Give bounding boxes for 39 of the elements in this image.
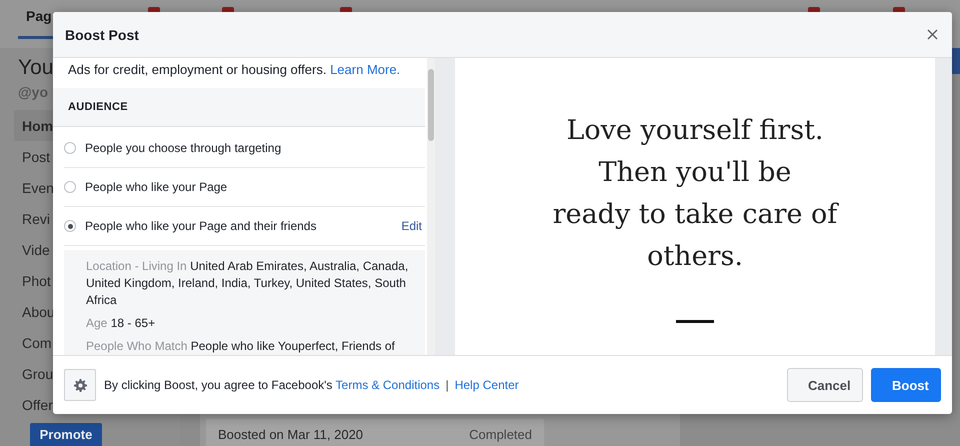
- edit-link[interactable]: Edit: [401, 219, 422, 233]
- audience-detail: People Who Match People who like Youperfect, Friends of: [86, 338, 396, 355]
- sidebar-item[interactable]: Revi: [14, 203, 64, 234]
- sidebar-item[interactable]: Even: [14, 172, 64, 203]
- boost-status: Completed: [469, 427, 532, 442]
- audience-option[interactable]: People who like your Page: [85, 180, 425, 194]
- cancel-button[interactable]: Cancel: [787, 368, 863, 402]
- audience-option[interactable]: People who like your Page and their friends: [85, 219, 402, 233]
- audience-detail: Age 18 - 65+: [86, 315, 156, 332]
- sidebar-item[interactable]: Abou: [14, 296, 64, 327]
- radio-button[interactable]: [64, 181, 76, 193]
- sidebar-item[interactable]: Vide: [14, 234, 64, 265]
- close-icon: [926, 29, 938, 40]
- sidebar-item[interactable]: Offer: [14, 389, 64, 420]
- sidebar-item[interactable]: Com: [14, 327, 64, 358]
- radio-button[interactable]: [64, 142, 76, 154]
- audience-detail: Location - Living In United Arab Emirates, Australia, Canada, United Kingdom, Ireland, India, Turkey, United States, South Africa: [86, 258, 410, 309]
- page-handle: @yo: [18, 84, 48, 100]
- help-center-link[interactable]: Help Center: [454, 378, 519, 392]
- sidebar-item[interactable]: Post: [14, 141, 64, 172]
- sidebar-item[interactable]: Grou: [14, 358, 64, 389]
- terms-link[interactable]: Terms & Conditions: [336, 378, 440, 392]
- page-title: You: [18, 56, 54, 81]
- accent-bar: [952, 48, 960, 74]
- learn-more-link[interactable]: Learn More.: [330, 62, 400, 77]
- scrollbar[interactable]: [427, 58, 435, 355]
- quote-rule: [676, 320, 714, 323]
- boost-button[interactable]: Boost: [871, 368, 941, 402]
- settings-icon: [74, 378, 86, 392]
- quote-text: Love yourself first. Then you'll be ready to take care of others.: [552, 114, 838, 274]
- section-title: AUDIENCE: [68, 101, 128, 113]
- sidebar-item[interactable]: Phot: [14, 265, 64, 296]
- radio-button[interactable]: [64, 220, 76, 232]
- dialog-title: Boost Post: [65, 26, 139, 42]
- audience-option[interactable]: People you choose through targeting: [85, 141, 425, 155]
- boost-date: Boosted on Mar 11, 2020: [218, 427, 364, 442]
- settings-button[interactable]: [64, 369, 96, 401]
- agreement-text: By clicking Boost, you agree to Facebook's Terms & Conditions | Help Center: [104, 378, 520, 392]
- promote-button[interactable]: Promote: [30, 423, 102, 446]
